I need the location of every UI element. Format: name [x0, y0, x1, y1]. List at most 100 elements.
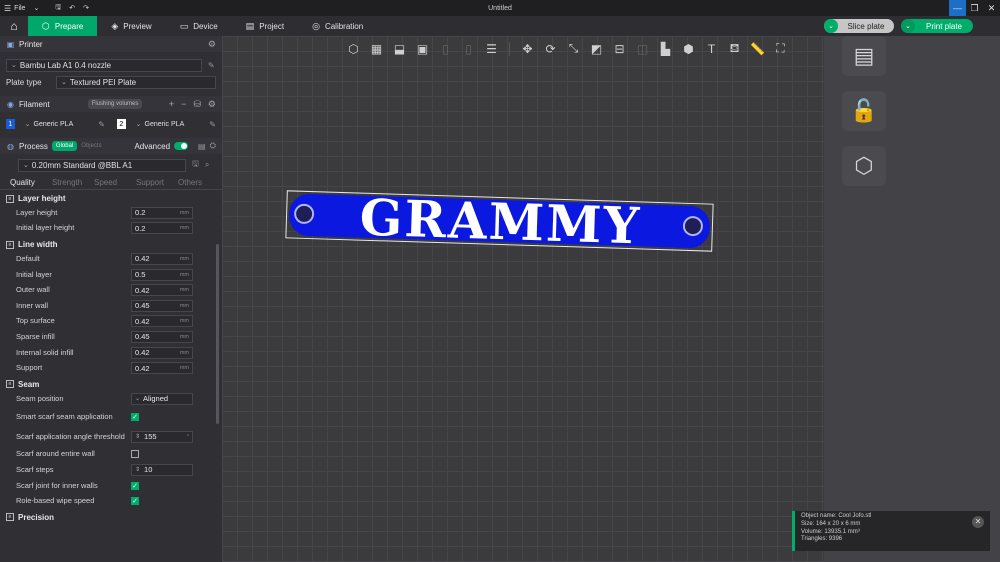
- tab-project[interactable]: ▤ Project: [232, 16, 298, 36]
- plate-type-select[interactable]: ⌄ Textured PEI Plate: [56, 75, 216, 89]
- plate-settings-icon[interactable]: ⬡: [842, 146, 886, 186]
- filament-select-1[interactable]: ⌄ Generic PLA: [21, 118, 93, 131]
- scarf-steps-spinner[interactable]: ⇕ 10: [131, 463, 193, 476]
- objects-toggle[interactable]: Objects: [81, 143, 101, 149]
- role-wipe-checkbox[interactable]: ✓: [131, 497, 139, 506]
- param-input[interactable]: 0.2 mm: [131, 222, 193, 235]
- 3d-viewport[interactable]: ⬡ ▦ ⬓ ▣ ▯ ▯ ☰ ✥ ⟳ ⤡ ◩ ⊟ ◫ ▙ ⬢ T ⛾ 📏 ⛶ ▤ …: [222, 36, 1000, 562]
- scarf-around-checkbox[interactable]: [131, 450, 139, 459]
- process-preset-select[interactable]: ⌄ 0.20mm Standard @BBL A1: [18, 158, 186, 172]
- scale-icon[interactable]: ⤡: [564, 40, 583, 57]
- advanced-toggle[interactable]: [174, 142, 189, 150]
- save-preset-icon[interactable]: 🖫: [192, 158, 199, 172]
- param-input[interactable]: 0.42 mm: [131, 315, 193, 328]
- print-plate-button[interactable]: ⌄ Print plate: [901, 19, 973, 33]
- lock-icon[interactable]: 🔓: [842, 91, 886, 131]
- edit-icon[interactable]: ✎: [98, 120, 105, 129]
- filament-section-header[interactable]: ◉ Filament Flushing volumes + − ⛁ ⚙: [0, 96, 222, 112]
- tab-calibration[interactable]: ◎ Calibration: [298, 16, 377, 36]
- add-plate-icon[interactable]: ▦: [367, 40, 386, 57]
- tab-others[interactable]: Others: [174, 178, 216, 187]
- viewport-toolbar: ⬡ ▦ ⬓ ▣ ▯ ▯ ☰ ✥ ⟳ ⤡ ◩ ⊟ ◫ ▙ ⬢ T ⛾ 📏 ⛶: [344, 40, 790, 57]
- filament-settings-icon[interactable]: ⚙: [208, 99, 216, 110]
- param-input[interactable]: 0.5 mm: [131, 268, 193, 281]
- filament-name: Generic PLA: [144, 120, 185, 128]
- split-parts-icon[interactable]: ▯: [459, 40, 478, 57]
- close-window-button[interactable]: ✕: [983, 0, 1000, 16]
- color-paint-icon[interactable]: ⛾: [725, 40, 744, 57]
- print-dropdown-icon[interactable]: ⌄: [901, 19, 915, 33]
- slice-plate-button[interactable]: ⌄ Slice plate: [824, 19, 894, 33]
- add-object-icon[interactable]: ⬡: [344, 40, 363, 57]
- param-value: 0.42: [135, 348, 150, 358]
- orient-icon[interactable]: ⬓: [390, 40, 409, 57]
- text-icon[interactable]: T: [702, 40, 721, 57]
- scarf-angle-spinner[interactable]: ⇕ 155 °: [131, 430, 193, 443]
- object-volume: Volume: 13935.1 mm³: [801, 528, 860, 535]
- tab-preview[interactable]: ◈ Preview: [97, 16, 165, 36]
- flushing-volumes-button[interactable]: Flushing volumes: [87, 99, 143, 109]
- slice-dropdown-icon[interactable]: ⌄: [824, 19, 838, 33]
- line-width-icon: ≡: [6, 240, 14, 249]
- printer-settings-icon[interactable]: ⚙: [208, 39, 216, 50]
- redo-button[interactable]: ↷: [79, 0, 93, 16]
- tab-strength[interactable]: Strength: [48, 178, 90, 187]
- support-paint-icon[interactable]: ▙: [656, 40, 675, 57]
- param-input[interactable]: 0.42 mm: [131, 284, 193, 297]
- printer-section-header[interactable]: ▣ Printer ⚙: [0, 36, 222, 52]
- global-toggle[interactable]: Global: [51, 141, 78, 151]
- rotate-icon[interactable]: ⟳: [541, 40, 560, 57]
- minimize-button[interactable]: —: [949, 0, 966, 16]
- tab-support[interactable]: Support: [132, 178, 174, 187]
- settings-sidebar: ▣ Printer ⚙ ⌄ Bambu Lab A1 0.4 nozzle ✎ …: [0, 36, 222, 562]
- layers-editing-icon[interactable]: ☰: [482, 40, 501, 57]
- spinner-icon[interactable]: ⇕: [135, 466, 140, 473]
- param-unit: mm: [179, 333, 189, 340]
- param-input[interactable]: 0.45 mm: [131, 299, 193, 312]
- spinner-icon[interactable]: ⇕: [135, 433, 140, 440]
- remove-filament-icon[interactable]: −: [181, 99, 186, 110]
- tab-label: Project: [259, 21, 285, 31]
- tab-prepare[interactable]: ⬡ Prepare: [28, 16, 98, 36]
- smart-scarf-checkbox[interactable]: ✓: [131, 412, 139, 421]
- home-button[interactable]: ⌂: [0, 16, 28, 36]
- edit-icon[interactable]: ✎: [209, 120, 216, 129]
- plate-arrange-icon[interactable]: ▤: [842, 36, 886, 76]
- grammy-model[interactable]: GRAMMY: [285, 188, 714, 255]
- tab-device[interactable]: ▭ Device: [166, 16, 232, 36]
- add-filament-icon[interactable]: +: [169, 99, 174, 110]
- calibration-icon: ◎: [312, 20, 320, 31]
- param-input[interactable]: 0.42 mm: [131, 362, 193, 375]
- split-objects-icon[interactable]: ▯: [436, 40, 455, 57]
- close-icon[interactable]: ✕: [972, 516, 984, 528]
- printer-select[interactable]: ⌄ Bambu Lab A1 0.4 nozzle: [6, 58, 202, 72]
- tab-speed[interactable]: Speed: [90, 178, 132, 187]
- param-input[interactable]: 0.42 mm: [131, 346, 193, 359]
- sync-filament-icon[interactable]: ⛁: [193, 99, 201, 110]
- lay-on-face-icon[interactable]: ◩: [587, 40, 606, 57]
- scarf-inner-checkbox[interactable]: ✓: [131, 481, 139, 490]
- measure-icon[interactable]: 📏: [748, 40, 767, 57]
- file-menu[interactable]: ☰ File ⌄: [0, 0, 43, 16]
- cut-icon[interactable]: ⊟: [610, 40, 629, 57]
- move-icon[interactable]: ✥: [518, 40, 537, 57]
- edit-icon[interactable]: ✎: [208, 61, 215, 70]
- sidebar-scrollbar[interactable]: [216, 244, 219, 424]
- mesh-boolean-icon[interactable]: ◫: [633, 40, 652, 57]
- arrange-icon[interactable]: ▣: [413, 40, 432, 57]
- maximize-button[interactable]: ❐: [966, 0, 983, 16]
- search-icon[interactable]: ⌕: [205, 160, 209, 170]
- param-input[interactable]: 0.42 mm: [131, 252, 193, 265]
- undo-button[interactable]: ↶: [65, 0, 79, 16]
- seam-position-select[interactable]: ⌄ Aligned: [131, 392, 193, 405]
- compare-icon[interactable]: ▤: [198, 142, 206, 151]
- param-value: 0.2: [135, 223, 146, 233]
- save-button[interactable]: 🖫: [51, 0, 65, 16]
- filament-select-2[interactable]: ⌄ Generic PLA: [132, 118, 204, 131]
- param-input[interactable]: 0.45 mm: [131, 330, 193, 343]
- tab-quality[interactable]: Quality: [6, 178, 48, 187]
- tweak-icon[interactable]: ⛭: [210, 141, 216, 151]
- param-input[interactable]: 0.2 mm: [131, 206, 193, 219]
- assembly-icon[interactable]: ⛶: [771, 40, 790, 57]
- seam-paint-icon[interactable]: ⬢: [679, 40, 698, 57]
